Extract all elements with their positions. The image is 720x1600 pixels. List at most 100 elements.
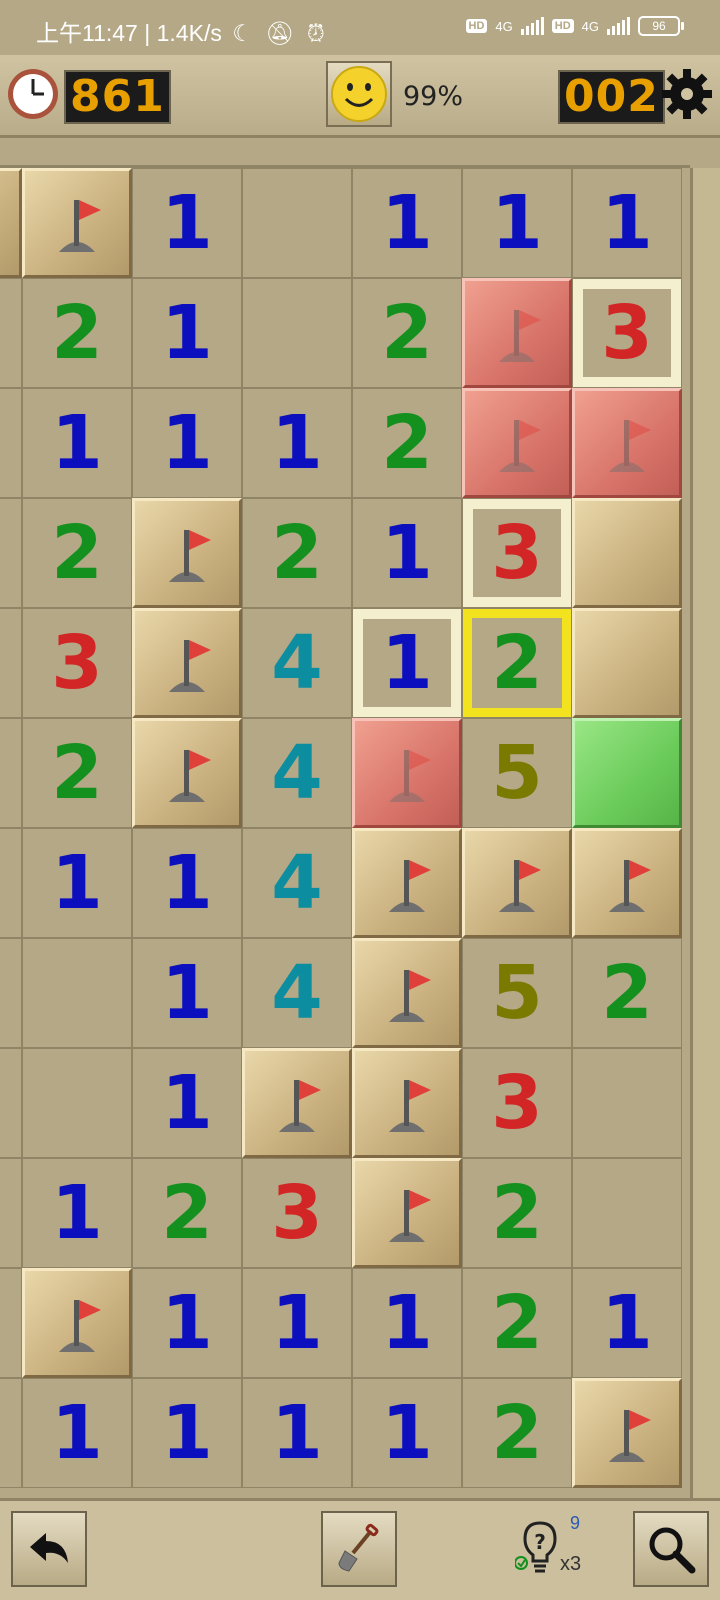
cell-number: 1 [381,620,433,706]
number-cell[interactable]: 2 [462,1268,572,1378]
empty-cell[interactable] [0,828,22,938]
number-cell[interactable]: 1 [132,168,242,278]
cell-number: 2 [381,400,433,486]
number-cell[interactable]: 1 [242,388,352,498]
unrevealed-cell[interactable] [572,608,682,718]
flagged-cell[interactable] [132,608,242,718]
number-cell[interactable]: 1 [352,1268,462,1378]
number-cell[interactable]: 1 [22,1158,132,1268]
flagged-cell[interactable] [242,1048,352,1158]
smiley-icon [331,66,387,122]
number-cell[interactable]: 2 [462,608,572,718]
empty-cell[interactable] [0,938,22,1048]
flag-icon [499,310,541,362]
empty-cell[interactable] [0,498,22,608]
number-cell[interactable]: 1 [352,168,462,278]
zoom-button[interactable] [633,1511,709,1587]
wrong-flag-cell[interactable] [352,718,462,828]
number-cell[interactable]: 3 [462,1048,572,1158]
number-cell[interactable]: 1 [132,278,242,388]
green-cell[interactable] [572,718,682,828]
flagged-cell[interactable] [22,168,132,278]
number-cell[interactable]: 2 [132,1158,242,1268]
number-cell[interactable]: 3 [242,1158,352,1268]
flagged-cell[interactable] [572,828,682,938]
number-cell[interactable]: 1 [132,1268,242,1378]
hint-button[interactable]: ? 9 x3 [515,1513,585,1588]
empty-cell[interactable] [0,388,22,498]
empty-cell[interactable] [572,1158,682,1268]
number-cell[interactable]: 4 [242,718,352,828]
number-cell[interactable]: 1 [572,168,682,278]
empty-cell[interactable] [0,1158,22,1268]
number-cell[interactable]: 2 [572,938,682,1048]
cell-number: 3 [51,620,103,706]
empty-cell[interactable] [242,278,352,388]
number-cell[interactable]: 1 [132,1048,242,1158]
number-cell[interactable]: 1 [132,388,242,498]
number-cell[interactable]: 4 [242,828,352,938]
number-cell[interactable]: 3 [22,608,132,718]
number-cell[interactable]: 5 [462,718,572,828]
empty-cell[interactable] [0,1048,22,1158]
empty-cell[interactable] [0,1378,22,1488]
flag-icon [279,1080,321,1132]
number-cell[interactable]: 1 [132,828,242,938]
empty-cell[interactable] [0,718,22,828]
empty-cell[interactable] [0,1268,22,1378]
number-cell[interactable]: 2 [462,1158,572,1268]
unrevealed-cell[interactable] [572,498,682,608]
number-cell[interactable]: 1 [352,608,462,718]
flagged-cell[interactable] [352,828,462,938]
empty-cell[interactable] [0,608,22,718]
number-cell[interactable]: 3 [572,278,682,388]
flagged-cell[interactable] [352,938,462,1048]
number-cell[interactable]: 2 [462,1378,572,1488]
number-cell[interactable]: 1 [352,1378,462,1488]
number-cell[interactable]: 2 [352,388,462,498]
number-cell[interactable]: 2 [22,278,132,388]
empty-cell[interactable] [22,1048,132,1158]
number-cell[interactable]: 1 [462,168,572,278]
number-cell[interactable]: 2 [352,278,462,388]
battery-level: 96 [652,19,666,33]
empty-cell[interactable] [572,1048,682,1158]
number-cell[interactable]: 4 [242,608,352,718]
flagged-cell[interactable] [572,1378,682,1488]
number-cell[interactable]: 1 [22,1378,132,1488]
mute-icon: 🔕︎ [265,20,295,46]
number-cell[interactable]: 2 [22,498,132,608]
number-cell[interactable]: 1 [22,828,132,938]
number-cell[interactable]: 1 [352,498,462,608]
number-cell[interactable]: 2 [22,718,132,828]
number-cell[interactable]: 1 [242,1268,352,1378]
number-cell[interactable]: 1 [572,1268,682,1378]
wrong-flag-cell[interactable] [462,278,572,388]
number-cell[interactable]: 1 [132,938,242,1048]
wrong-flag-cell[interactable] [572,388,682,498]
undo-button[interactable] [11,1511,87,1587]
empty-cell[interactable] [22,938,132,1048]
number-cell[interactable]: 1 [242,1378,352,1488]
number-cell[interactable]: 3 [462,498,572,608]
number-cell[interactable]: 1 [132,1378,242,1488]
wrong-flag-cell[interactable] [462,388,572,498]
dig-mode-button[interactable] [321,1511,397,1587]
flagged-cell[interactable] [352,1158,462,1268]
number-cell[interactable]: 5 [462,938,572,1048]
flagged-cell[interactable] [462,828,572,938]
number-cell[interactable]: 2 [242,498,352,608]
status-left: 上午11:47 | 1.4K/s ☾ 🔕︎ ⏰︎ [36,14,325,48]
empty-cell[interactable] [0,278,22,388]
flagged-cell[interactable] [22,1268,132,1378]
smiley-button[interactable] [326,61,392,127]
unrevealed-cell[interactable] [0,168,22,278]
flag-icon [609,860,651,912]
number-cell[interactable]: 1 [22,388,132,498]
flagged-cell[interactable] [352,1048,462,1158]
empty-cell[interactable] [242,168,352,278]
gear-icon[interactable] [660,67,714,121]
flagged-cell[interactable] [132,498,242,608]
flagged-cell[interactable] [132,718,242,828]
number-cell[interactable]: 4 [242,938,352,1048]
